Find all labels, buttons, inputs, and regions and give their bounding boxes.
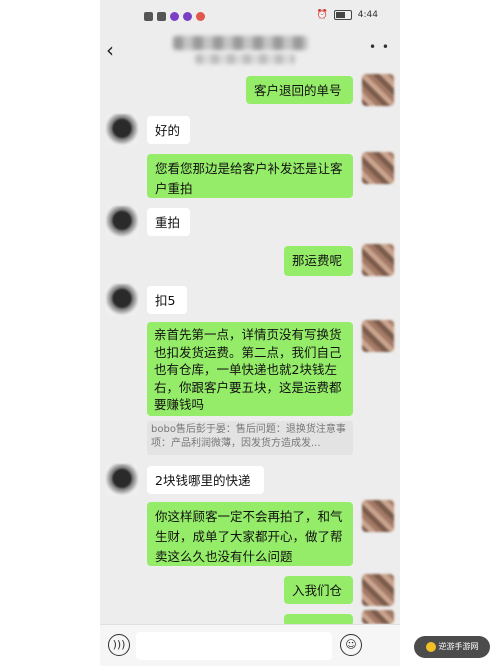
app-notification-icon [183,12,192,21]
app-notification-icon [170,12,179,21]
message-bubble-sent: 亲首先第一点，详情页没有写换货也扣发货运费。第二点，我们自己也有仓库，一单快递也… [147,322,353,416]
status-time: 4:44 [357,10,378,20]
status-right: ⏰ 4:44 [317,10,378,20]
quoted-message[interactable]: bobo售后彭于晏：售后问题：退换货注意事项：产品利润微薄，因发货方造成发... [147,421,353,455]
watermark-logo: 逆游手游网 [414,636,490,658]
message-bubble-received: 2块钱哪里的快递 [147,466,264,494]
my-avatar[interactable] [362,244,394,276]
contact-subtitle-blurred [195,54,295,64]
chat-screen: ⏰ 4:44 ‹ • • 客户退回的单号 好的 您看您那边是给客户补发还是让客户… [100,0,400,666]
message-bubble-received: 扣5 [147,286,187,314]
signal-icon [157,12,166,21]
my-avatar[interactable] [362,574,394,606]
status-bar: ⏰ 4:44 [100,0,400,34]
message-bubble-sent: 入我们仓 [284,576,353,604]
my-avatar[interactable] [362,74,394,106]
message-bubble-sent: 你这样顾客一定不会再拍了，和气生财，成单了大家都开心，做了帮卖这么久也没有什么问… [147,502,353,566]
status-icons [144,12,205,21]
voice-input-icon[interactable]: ))) [108,634,130,656]
my-avatar[interactable] [362,152,394,184]
message-bubble-sent: 那运费呢 [284,246,353,276]
watermark-icon [425,641,436,652]
contact-avatar[interactable] [106,464,138,496]
contact-avatar[interactable] [106,206,138,238]
alarm-icon: ⏰ [316,10,328,20]
emoji-icon[interactable]: ☺ [340,634,362,656]
battery-icon [333,10,352,20]
sim-icon [144,12,153,21]
message-bubble-sent: 您看您那边是给客户补发还是让客户重拍 [147,154,353,198]
contact-name-blurred [173,36,308,50]
weibo-icon [196,12,205,21]
chat-header: ‹ • • [100,34,400,74]
contact-avatar[interactable] [106,114,138,146]
watermark-text: 逆游手游网 [438,642,479,651]
my-avatar[interactable] [362,610,394,624]
contact-avatar[interactable] [106,284,138,316]
my-avatar[interactable] [362,320,394,352]
back-arrow-icon[interactable]: ‹ [106,38,126,62]
message-bubble-sent: 客户退回的单号 [246,76,353,104]
my-avatar[interactable] [362,500,394,532]
more-icon[interactable]: • • [369,40,390,54]
message-bubble-received: 好的 [147,116,190,144]
message-bubble-received: 重拍 [147,208,190,236]
input-bar: ))) ☺ [100,624,400,666]
message-input[interactable] [136,632,332,660]
